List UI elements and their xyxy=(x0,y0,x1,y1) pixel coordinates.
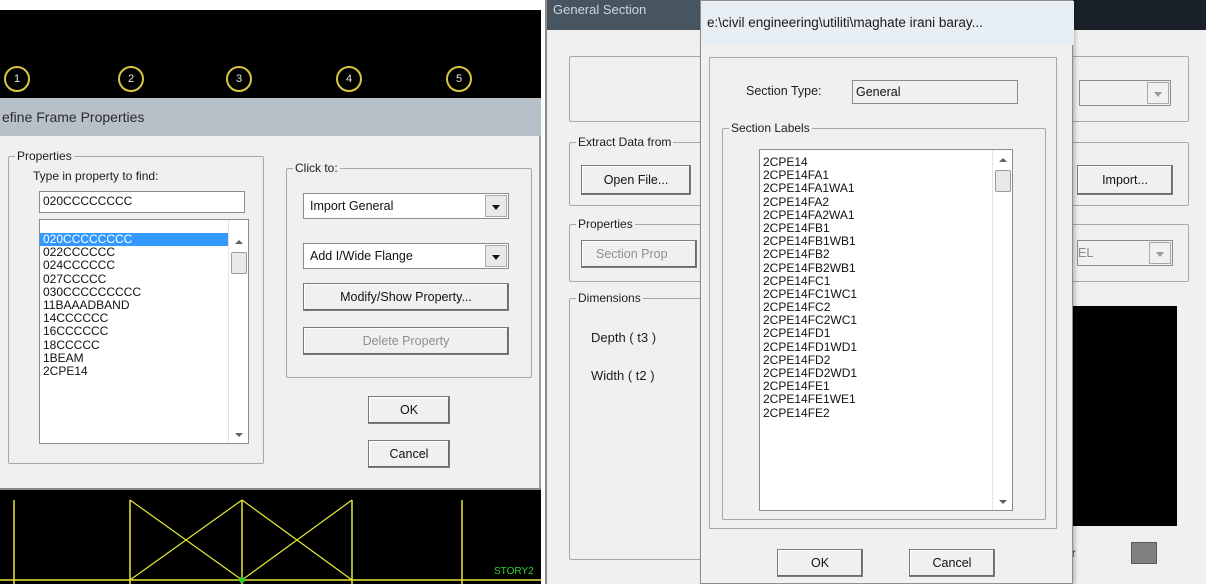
title-bar-edge xyxy=(1072,0,1206,30)
dialog-title: e:\civil engineering\utiliti\maghate ira… xyxy=(701,1,1074,45)
width-label: Width ( t2 ) xyxy=(591,368,655,383)
open-file-button[interactable]: Open File... xyxy=(581,165,691,195)
model-view-top[interactable]: 1 2 3 4 5 xyxy=(0,10,541,98)
list-scrollbar[interactable] xyxy=(228,220,248,443)
story-label: STORY2 xyxy=(494,566,534,577)
list-item[interactable]: 2CPE14FE1WE1 xyxy=(760,393,1012,406)
grid-bubble-1: 1 xyxy=(4,66,30,92)
scroll-down-icon[interactable] xyxy=(235,433,243,437)
section-labels-group-label: Section Labels xyxy=(729,121,812,135)
list-item[interactable]: 2CPE14FA2WA1 xyxy=(760,208,1012,222)
chevron-down-icon[interactable] xyxy=(1149,242,1171,264)
list-item[interactable]: 2CPE14FB2 xyxy=(760,248,1012,261)
import-type-value: Import General xyxy=(310,199,394,213)
section-labels-frame: Section Type: General Section Labels 2CP… xyxy=(709,57,1057,529)
find-label: Type in property to find: xyxy=(33,169,159,183)
section-labels-listbox[interactable]: 2CPE14 2CPE14FA1 2CPE14FA1WA1 2CPE14FA2 … xyxy=(759,149,1013,511)
properties-group-label: Properties xyxy=(576,217,635,231)
list-item[interactable]: 2CPE14FA2 xyxy=(760,195,1012,209)
list-item[interactable]: 2CPE14FA1WA1 xyxy=(760,182,1012,195)
properties-group: Properties Type in property to find: 020… xyxy=(8,149,264,464)
list-item[interactable]: 2CPE14FD1 xyxy=(760,327,1012,340)
scroll-down-icon[interactable] xyxy=(999,500,1007,504)
list-item[interactable]: 024CCCCCC xyxy=(40,259,248,272)
list-item[interactable]: 2CPE14FE2 xyxy=(760,406,1012,420)
frame-elevation xyxy=(0,499,541,584)
add-section-combo[interactable]: Add I/Wide Flange xyxy=(303,243,509,269)
list-item[interactable]: 2CPE14FD1WD1 xyxy=(760,340,1012,354)
list-scrollbar[interactable] xyxy=(992,150,1012,510)
section-properties-button[interactable]: Section Prop xyxy=(581,240,697,268)
color-swatch[interactable] xyxy=(1131,542,1157,564)
section-type-label: Section Type: xyxy=(746,84,822,98)
list-item[interactable]: 18CCCCC xyxy=(40,338,248,352)
list-item[interactable]: 2CPE14FC1 xyxy=(760,274,1012,288)
define-frame-properties-dialog: efine Frame Properties Properties Type i… xyxy=(0,98,541,488)
scroll-thumb[interactable] xyxy=(995,170,1011,192)
scroll-thumb[interactable] xyxy=(231,252,247,274)
import-type-combo[interactable]: Import General xyxy=(303,193,509,219)
list-item[interactable]: 030CCCCCCCCC xyxy=(40,285,248,299)
list-item[interactable]: 1BEAM xyxy=(40,351,248,365)
property-listbox[interactable]: 020CCCCCCCC 022CCCCCC 024CCCCCC 027CCCCC… xyxy=(39,219,249,444)
scroll-up-icon[interactable] xyxy=(999,158,1007,162)
add-section-value: Add I/Wide Flange xyxy=(310,249,413,263)
top-combo[interactable] xyxy=(1079,80,1171,106)
delete-property-button[interactable]: Delete Property xyxy=(303,327,509,355)
dialog-title: efine Frame Properties xyxy=(0,98,541,136)
model-view-bottom[interactable]: STORY2 xyxy=(0,488,541,584)
chevron-down-icon[interactable] xyxy=(1147,82,1169,104)
grid-bubble-2: 2 xyxy=(118,66,144,92)
list-item[interactable]: 2CPE14 xyxy=(40,364,248,378)
depth-label: Depth ( t3 ) xyxy=(591,330,657,345)
click-to-group-label: Click to: xyxy=(293,161,340,175)
section-labels-dialog: e:\civil engineering\utiliti\maghate ira… xyxy=(700,0,1074,584)
click-to-group: Click to: Import General Add I/Wide Flan… xyxy=(286,161,532,378)
scroll-up-icon[interactable] xyxy=(235,240,243,244)
list-item[interactable]: 2CPE14FB2WB1 xyxy=(760,261,1012,275)
extract-group-label: Extract Data from xyxy=(576,135,674,149)
modify-show-property-button[interactable]: Modify/Show Property... xyxy=(303,283,509,311)
import-button[interactable]: Import... xyxy=(1077,165,1173,195)
section-labels-group: Section Labels 2CPE14 2CPE14FA1 2CPE14FA… xyxy=(722,121,1046,520)
screen: 1 2 3 4 5 efine Frame Properties Propert… xyxy=(0,0,1206,584)
section-type-field: General xyxy=(852,80,1018,104)
joint-marker xyxy=(239,577,245,583)
ok-button[interactable]: OK xyxy=(368,396,450,424)
grid-bubble-3: 3 xyxy=(226,66,252,92)
ok-button[interactable]: OK xyxy=(777,549,863,577)
cancel-button[interactable]: Cancel xyxy=(368,440,450,468)
find-property-input[interactable]: 020CCCCCCCC xyxy=(39,191,245,213)
dimensions-group-label: Dimensions xyxy=(576,291,643,305)
list-item[interactable]: 027CCCCC xyxy=(40,272,248,286)
etabs-left-pane: 1 2 3 4 5 efine Frame Properties Propert… xyxy=(0,0,541,584)
section-preview xyxy=(1071,306,1177,526)
chevron-down-icon[interactable] xyxy=(485,245,507,267)
chevron-down-icon[interactable] xyxy=(485,195,507,217)
properties-group-label: Properties xyxy=(15,149,74,163)
material-value: EL xyxy=(1078,246,1094,260)
grid-bubble-4: 4 xyxy=(336,66,362,92)
cancel-button[interactable]: Cancel xyxy=(909,549,995,577)
list-item[interactable]: 16CCCCCC xyxy=(40,325,248,338)
material-combo[interactable]: EL xyxy=(1077,240,1173,266)
grid-bubble-5: 5 xyxy=(446,66,472,92)
